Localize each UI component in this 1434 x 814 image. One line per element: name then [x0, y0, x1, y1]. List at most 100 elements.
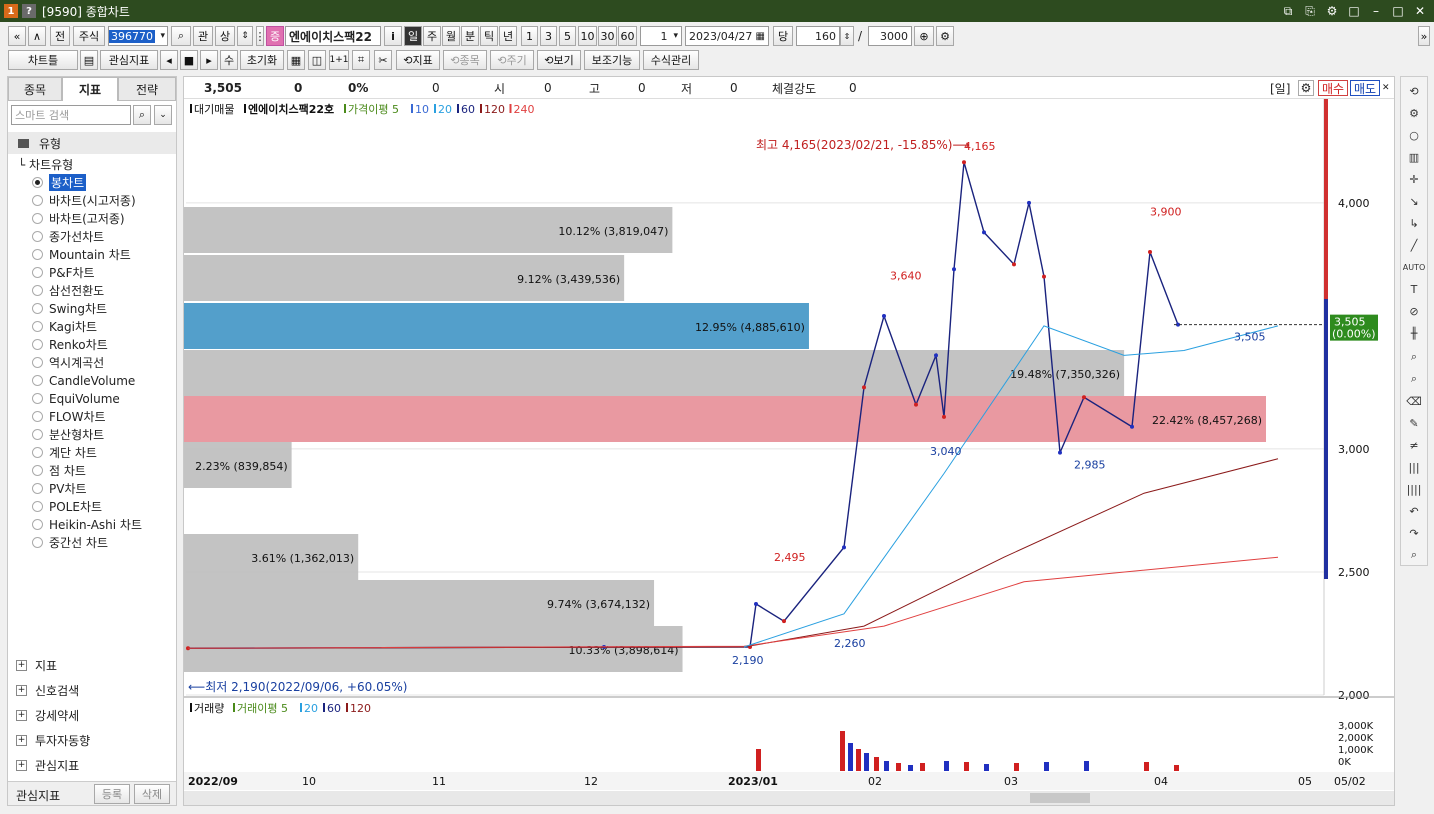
current-button[interactable]: 당 — [773, 26, 793, 46]
gear-icon[interactable]: ⚙ — [936, 26, 954, 46]
line-icon[interactable]: ╱ — [1403, 235, 1425, 255]
asset-type-button[interactable]: 주식 — [73, 26, 105, 46]
chart-type-option[interactable]: P&F차트 — [32, 264, 95, 281]
su-button[interactable]: 수 — [220, 50, 238, 70]
radio-button[interactable] — [32, 231, 43, 242]
period-button[interactable]: ⟲주기 — [490, 50, 534, 70]
radio-button[interactable] — [32, 177, 43, 188]
smart-search-input[interactable]: 스마트 검색 — [11, 105, 131, 125]
tab-strategy[interactable]: 전략 — [118, 77, 176, 101]
chart-type-option[interactable]: Mountain 차트 — [32, 246, 131, 263]
chart-type-option[interactable]: 역시계곡선 — [32, 354, 104, 371]
stock-code-input[interactable]: 396770 ▾ — [108, 26, 168, 46]
bar-chart-icon[interactable]: ▥ — [1403, 147, 1425, 167]
gear-icon[interactable]: ⚙ — [1403, 103, 1425, 123]
crosshair-icon[interactable]: ⌗ — [352, 50, 370, 70]
play-stop-button[interactable]: ■ — [180, 50, 198, 70]
radio-button[interactable] — [32, 519, 43, 530]
aux-function-button[interactable]: 보조기능 — [584, 50, 640, 70]
close-icon[interactable]: ✕ — [1382, 80, 1390, 96]
radio-button[interactable] — [32, 303, 43, 314]
redo-icon[interactable]: ↷ — [1403, 523, 1425, 543]
radio-button[interactable] — [32, 411, 43, 422]
tab-stock[interactable]: 종목 — [8, 77, 62, 101]
search-icon[interactable]: ⌕ — [1403, 545, 1425, 565]
total-input[interactable]: 3000 — [868, 26, 912, 46]
prev-button[interactable]: 전 — [50, 26, 70, 46]
radio-button[interactable] — [32, 339, 43, 350]
chart-type-option[interactable]: 분산형차트 — [32, 426, 104, 443]
chart-type-option[interactable]: 봉차트 — [32, 174, 87, 191]
chart-type-option[interactable]: 계단 차트 — [32, 444, 97, 461]
plus-icon[interactable]: + — [16, 759, 27, 771]
chart-area[interactable]: 3,505 0 0% 0 시 0 고 0 저 0 체결강도 0 [일] ⚙ 매수… — [183, 76, 1395, 806]
plus-icon[interactable]: + — [16, 709, 27, 721]
minimize-icon[interactable]: – — [1368, 3, 1384, 19]
undo-icon[interactable]: ↶ — [1403, 501, 1425, 521]
screen-number-badge[interactable]: 1 — [4, 4, 18, 18]
gear-icon[interactable]: ⚙ — [1298, 80, 1314, 96]
layout-icon[interactable]: ◫ — [308, 50, 326, 70]
grid-icon[interactable]: ▦ — [287, 50, 305, 70]
zoom-out-icon[interactable]: ⌕ — [1403, 369, 1425, 389]
play-prev-button[interactable]: ◂ — [160, 50, 178, 70]
close-icon[interactable]: ✕ — [1412, 3, 1428, 19]
chart-type-option[interactable]: Heikin-Ashi 차트 — [32, 516, 142, 533]
watch-indicator-button[interactable]: 관심지표 — [100, 50, 158, 70]
interval-10[interactable]: 10 — [578, 26, 597, 46]
interval-1[interactable]: 1 — [521, 26, 538, 46]
text-icon[interactable]: T — [1403, 279, 1425, 299]
chart-type-option[interactable]: 바차트(시고저종) — [32, 192, 136, 209]
plus-icon[interactable]: + — [16, 684, 27, 696]
search-icon[interactable]: ⌕ — [133, 105, 151, 125]
section-signal-search[interactable]: + 신호검색 — [16, 680, 79, 700]
radio-button[interactable] — [32, 267, 43, 278]
section-investor[interactable]: + 투자자동향 — [16, 730, 90, 750]
candle-icon[interactable]: ╫ — [1403, 323, 1425, 343]
interval-60[interactable]: 60 — [618, 26, 637, 46]
section-indicator[interactable]: + 지표 — [16, 655, 57, 675]
updown-icon[interactable]: ⇕ — [237, 26, 253, 46]
chart-type-option[interactable]: EquiVolume — [32, 390, 120, 407]
copy-icon[interactable]: ⎘ — [1302, 3, 1318, 19]
parallel-icon[interactable]: ≠ — [1403, 435, 1425, 455]
chart-type-option[interactable]: POLE차트 — [32, 498, 102, 515]
eraser-icon[interactable]: ⌫ — [1403, 391, 1425, 411]
first-button[interactable]: « — [8, 26, 26, 46]
type-section-header[interactable]: 유형 — [8, 132, 176, 154]
chevron-down-icon[interactable]: ▾ — [160, 31, 165, 41]
reset-button[interactable]: 초기화 — [240, 50, 284, 70]
radio-button[interactable] — [32, 321, 43, 332]
date-input[interactable]: 2023/04/27 ▦ — [685, 26, 769, 46]
trendline-icon[interactable]: ↘ — [1403, 191, 1425, 211]
formula-manage-button[interactable]: 수식관리 — [643, 50, 699, 70]
plus-icon[interactable]: + — [16, 734, 27, 746]
sang-button[interactable]: 상 — [215, 26, 235, 46]
up-button[interactable]: ∧ — [28, 26, 46, 46]
fibonacci-icon[interactable]: ⊘ — [1403, 301, 1425, 321]
price-chart[interactable]: 10.12% (3,819,047) 9.12% (3,439,536) 12.95… — [184, 99, 1395, 806]
chart-type-option[interactable]: 점 차트 — [32, 462, 86, 479]
chevron-down-icon[interactable]: ⌄ — [154, 105, 172, 125]
view-button[interactable]: ⟲보기 — [537, 50, 581, 70]
info-button[interactable]: i — [384, 26, 402, 46]
count-stepper[interactable]: ⇕ — [840, 26, 854, 46]
ray-icon[interactable]: ↳ — [1403, 213, 1425, 233]
auto-line-icon[interactable]: AUTO — [1403, 257, 1426, 277]
period-minute-tab[interactable]: 분 — [461, 26, 479, 46]
radio-button[interactable] — [32, 483, 43, 494]
circle-icon[interactable]: ○ — [1403, 125, 1425, 145]
radio-button[interactable] — [32, 393, 43, 404]
chart-type-option[interactable]: 삼선전환도 — [32, 282, 104, 299]
columns-alt-icon[interactable]: |||| — [1403, 479, 1425, 499]
play-next-button[interactable]: ▸ — [200, 50, 218, 70]
period-week-tab[interactable]: 주 — [423, 26, 441, 46]
section-strength[interactable]: + 강세약세 — [16, 705, 79, 725]
radio-button[interactable] — [32, 429, 43, 440]
indicator-button[interactable]: ⟲지표 — [396, 50, 440, 70]
radio-button[interactable] — [32, 501, 43, 512]
save-icon[interactable]: ▤ — [80, 50, 98, 70]
radio-button[interactable] — [32, 537, 43, 548]
interval-select[interactable]: 1 ▾ — [640, 26, 682, 46]
interval-3[interactable]: 3 — [540, 26, 557, 46]
